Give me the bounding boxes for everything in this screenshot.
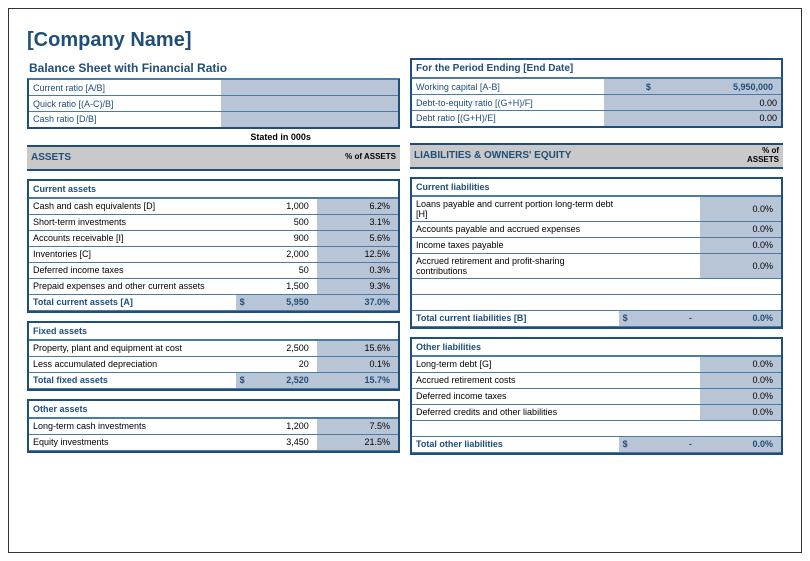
table-row: Accrued retirement and profit-sharing co… (412, 253, 781, 278)
total-row: Total current assets [A]$5,95037.0% (29, 294, 398, 310)
left-column: Balance Sheet with Financial Ratio Curre… (27, 58, 400, 455)
table-row: Long-term cash investments1,2007.5% (29, 418, 398, 434)
company-name: [Company Name] (27, 29, 783, 52)
table-row: Deferred credits and other liabilities0.… (412, 404, 781, 420)
table-row-blank (412, 420, 781, 436)
ratio-row: Debt ratio [(G+H)/E]0.00 (411, 111, 782, 127)
ratio-row: Quick ratio [(A-C)/B] (28, 96, 399, 112)
ratio-row: Debt-to-equity ratio [(G+H)/F]0.00 (411, 95, 782, 111)
other-assets-box: Other assets Long-term cash investments1… (27, 399, 400, 453)
right-column: For the Period Ending [End Date] Working… (410, 58, 783, 455)
current-assets-box: Current assets Cash and cash equivalents… (27, 179, 400, 313)
assets-header: ASSETS % of ASSETS (27, 145, 400, 171)
ratio-row: Working capital [A-B] $ 5,950,000 (411, 79, 782, 95)
table-row: Accounts receivable [I]9005.6% (29, 230, 398, 246)
total-row: Total other liabilities$-0.0% (412, 436, 781, 452)
ratio-table-left: Current ratio [A/B] Quick ratio [(A-C)/B… (27, 79, 400, 129)
table-row: Long-term debt [G]0.0% (412, 356, 781, 372)
period-title: For the Period Ending [End Date] (410, 58, 783, 78)
liabilities-header: LIABILITIES & OWNERS' EQUITY % ofASSETS (410, 143, 783, 169)
ratio-row: Current ratio [A/B] (28, 80, 399, 96)
table-row: Equity investments3,45021.5% (29, 434, 398, 450)
other-liabilities-box: Other liabilities Long-term debt [G]0.0%… (410, 337, 783, 455)
table-row: Prepaid expenses and other current asset… (29, 278, 398, 294)
table-row: Property, plant and equipment at cost2,5… (29, 340, 398, 356)
table-row: Deferred income taxes0.0% (412, 388, 781, 404)
ratio-row: Cash ratio [D/B] (28, 112, 399, 128)
total-row: Total current liabilities [B]$-0.0% (412, 310, 781, 326)
table-row: Short-term investments5003.1% (29, 214, 398, 230)
stated-label: Stated in 000s (228, 129, 332, 145)
table-row-blank (412, 278, 781, 294)
total-row: Total fixed assets$2,52015.7% (29, 372, 398, 388)
ratio-table-right: Working capital [A-B] $ 5,950,000 Debt-t… (410, 78, 783, 128)
table-row: Income taxes payable0.0% (412, 237, 781, 253)
current-liabilities-box: Current liabilities Loans payable and cu… (410, 177, 783, 329)
table-row: Deferred income taxes500.3% (29, 262, 398, 278)
table-row: Loans payable and current portion long-t… (412, 196, 781, 221)
fixed-assets-box: Fixed assets Property, plant and equipme… (27, 321, 400, 391)
table-row-blank (412, 294, 781, 310)
table-row: Less accumulated depreciation200.1% (29, 356, 398, 372)
sheet-title: Balance Sheet with Financial Ratio (27, 58, 400, 79)
table-row: Accounts payable and accrued expenses0.0… (412, 221, 781, 237)
table-row: Inventories [C]2,00012.5% (29, 246, 398, 262)
table-row: Accrued retirement costs0.0% (412, 372, 781, 388)
table-row: Cash and cash equivalents [D]1,0006.2% (29, 198, 398, 214)
balance-sheet-document: [Company Name] Balance Sheet with Financ… (8, 8, 802, 553)
